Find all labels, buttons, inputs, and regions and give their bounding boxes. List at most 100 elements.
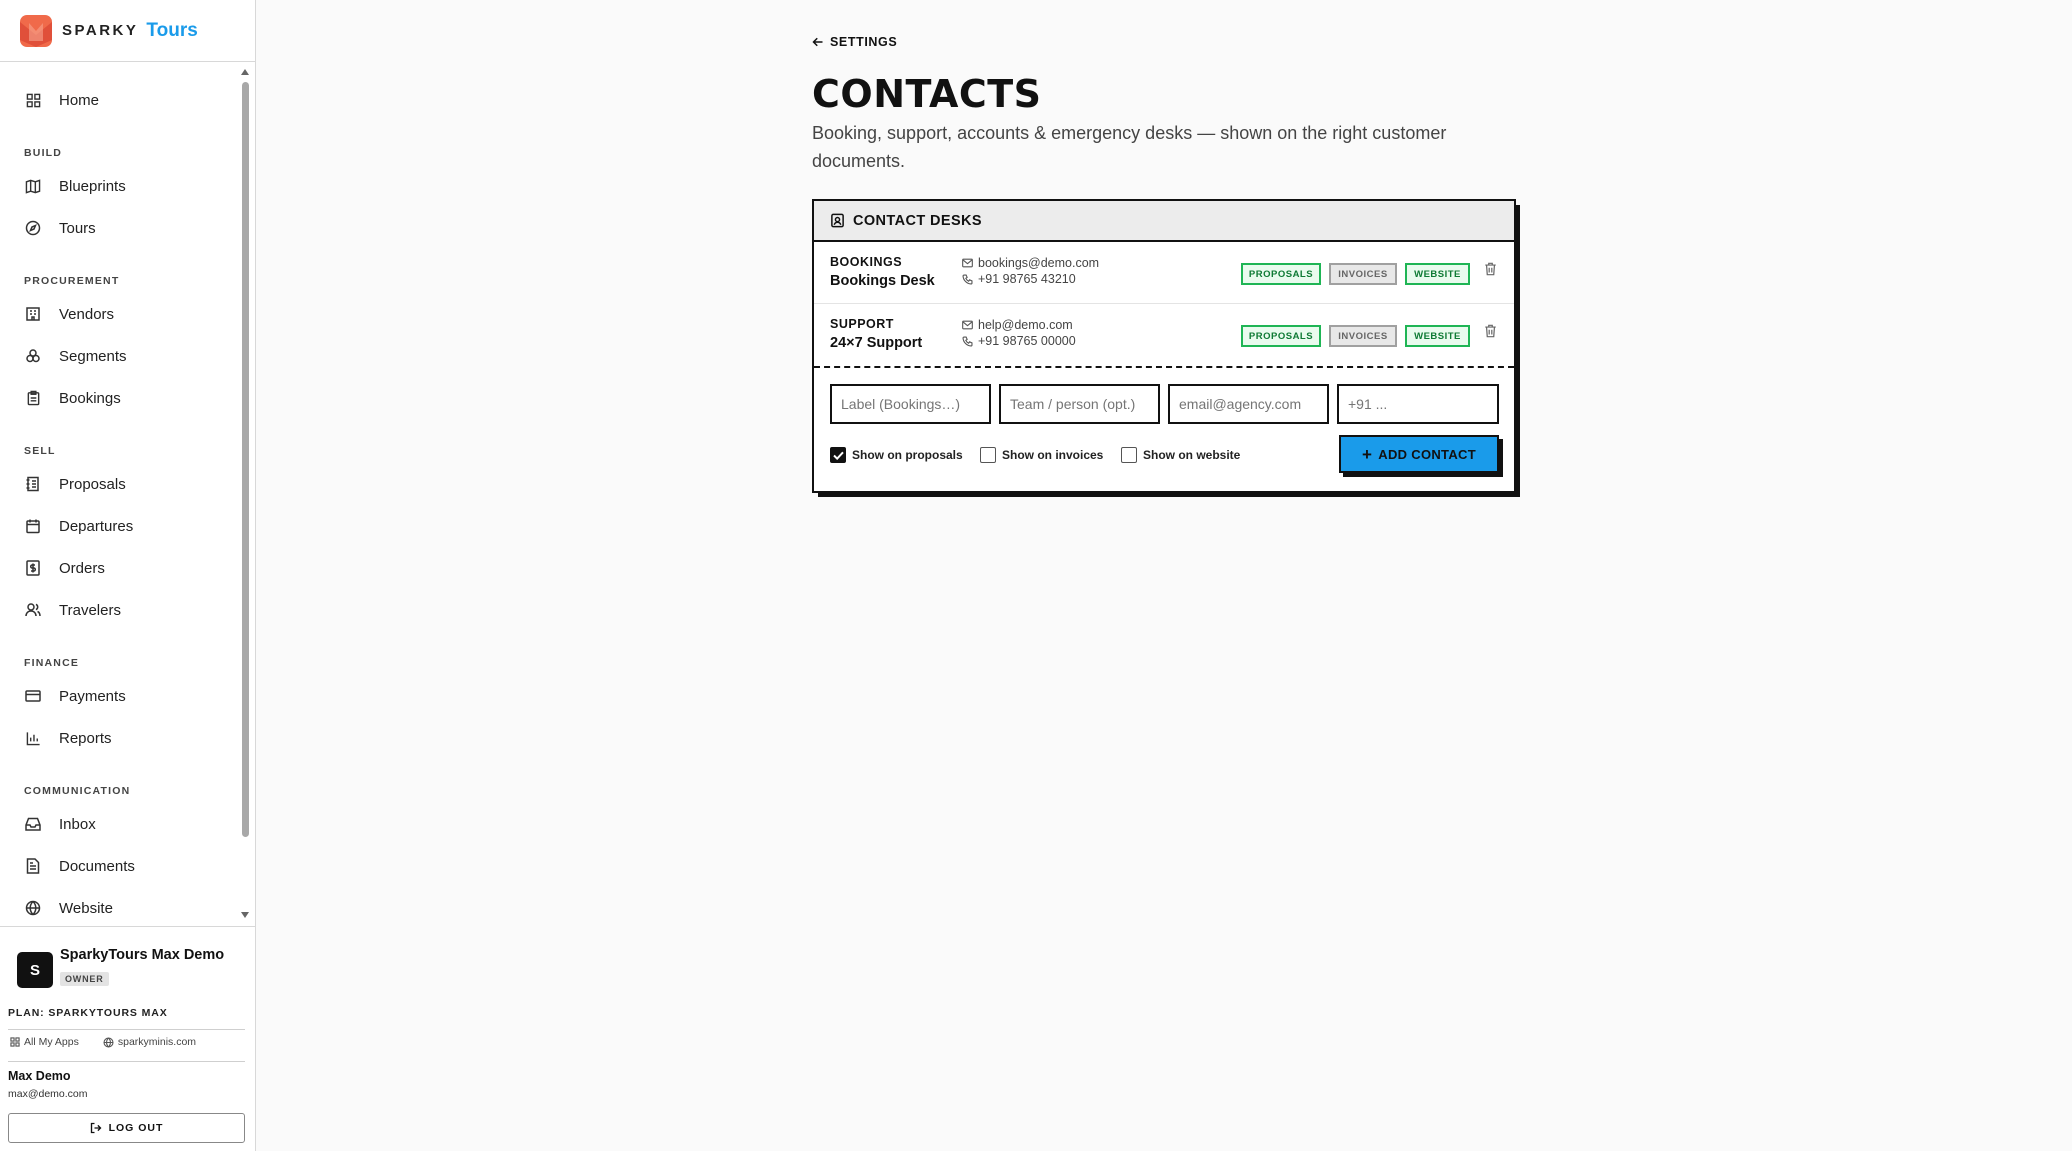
brand-product: Tours bbox=[146, 19, 198, 41]
sidebar-item-label: Inbox bbox=[59, 815, 96, 833]
nav-section-build: BUILD bbox=[24, 147, 63, 159]
badge-invoices[interactable]: INVOICES bbox=[1329, 263, 1397, 285]
brand-logo-icon bbox=[20, 14, 52, 47]
sidebar-item-home[interactable]: Home bbox=[24, 87, 99, 113]
logout-label: LOG OUT bbox=[108, 1122, 164, 1134]
badge-invoices[interactable]: INVOICES bbox=[1329, 325, 1397, 347]
sidebar-item-orders[interactable]: Orders bbox=[24, 555, 105, 581]
grid-icon bbox=[24, 91, 42, 109]
sidebar-item-blueprints[interactable]: Blueprints bbox=[24, 173, 126, 199]
show-on-invoices-checkbox[interactable]: Show on invoices bbox=[980, 447, 1103, 463]
sidebar-item-payments[interactable]: Payments bbox=[24, 683, 126, 709]
building-icon bbox=[24, 305, 42, 323]
logout-button[interactable]: LOG OUT bbox=[8, 1113, 245, 1143]
sidebar-item-label: Segments bbox=[59, 347, 127, 365]
sidebar-item-label: Payments bbox=[59, 687, 126, 705]
email-field[interactable] bbox=[1168, 384, 1329, 424]
page-subtitle: Booking, support, accounts & emergency d… bbox=[812, 123, 1447, 171]
contact-desks-card: CONTACT DESKS BOOKINGS Bookings Desk boo… bbox=[812, 199, 1516, 493]
show-on-website-checkbox[interactable]: Show on website bbox=[1121, 447, 1240, 463]
contact-email: bookings@demo.com bbox=[962, 256, 1099, 270]
sidebar-item-label: Home bbox=[59, 91, 100, 109]
sidebar-item-tours[interactable]: Tours bbox=[24, 215, 96, 241]
all-apps-link[interactable]: All My Apps bbox=[10, 1036, 91, 1048]
logout-icon bbox=[90, 1122, 102, 1134]
contact-phone: +91 98765 43210 bbox=[962, 272, 1076, 286]
contact-phone-text: +91 98765 43210 bbox=[978, 272, 1076, 286]
checkbox-unchecked-icon[interactable] bbox=[980, 447, 996, 463]
sidebar-scrollbar[interactable] bbox=[240, 64, 254, 926]
sidebar-item-label: Blueprints bbox=[59, 177, 126, 195]
plus-icon: + bbox=[1362, 444, 1373, 464]
map-icon bbox=[24, 177, 42, 195]
trash-icon[interactable] bbox=[1484, 262, 1497, 281]
sidebar-nav: Home BUILD Blueprints Tours PROCUREMENT … bbox=[0, 64, 240, 926]
page-title: CONTACTS bbox=[812, 72, 1042, 116]
label-input[interactable] bbox=[830, 384, 991, 424]
contact-row: BOOKINGS Bookings Desk bookings@demo.com… bbox=[814, 242, 1514, 304]
sidebar-item-departures[interactable]: Departures bbox=[24, 513, 133, 539]
back-to-settings-link[interactable]: SETTINGS bbox=[812, 35, 897, 49]
sidebar-item-label: Departures bbox=[59, 517, 134, 535]
sidebar-item-label: Documents bbox=[59, 857, 135, 875]
globe-icon bbox=[24, 899, 42, 917]
scroll-up-arrow-icon[interactable] bbox=[241, 69, 249, 75]
contact-row: SUPPORT 24×7 Support help@demo.com +91 9… bbox=[814, 304, 1514, 366]
card-header: CONTACT DESKS bbox=[814, 201, 1514, 242]
org-name: SparkyTours Max Demo bbox=[60, 947, 225, 963]
scrollbar-thumb[interactable] bbox=[242, 82, 249, 837]
sidebar-item-travelers[interactable]: Travelers bbox=[24, 597, 121, 623]
nav-section-communication: COMMUNICATION bbox=[24, 785, 131, 797]
brand-name: SPARKY bbox=[62, 22, 139, 39]
phone-icon bbox=[962, 273, 973, 285]
trash-icon[interactable] bbox=[1484, 324, 1497, 343]
sidebar-item-bookings[interactable]: Bookings bbox=[24, 385, 121, 411]
phone-icon bbox=[962, 335, 973, 347]
clipboard-icon bbox=[24, 389, 42, 407]
contact-email: help@demo.com bbox=[962, 318, 1073, 332]
inbox-icon bbox=[24, 815, 42, 833]
dollar-receipt-icon bbox=[24, 559, 42, 577]
grid-icon bbox=[10, 1037, 20, 1047]
sidebar-item-label: Travelers bbox=[59, 601, 121, 619]
sidebar-item-vendors[interactable]: Vendors bbox=[24, 301, 114, 327]
show-on-proposals-checkbox[interactable]: Show on proposals bbox=[830, 447, 963, 463]
badge-website[interactable]: WEBSITE bbox=[1405, 263, 1470, 285]
phone-field[interactable] bbox=[1337, 384, 1499, 424]
sidebar-item-reports[interactable]: Reports bbox=[24, 725, 112, 751]
checkbox-checked-icon[interactable] bbox=[830, 447, 846, 463]
sidebar-item-documents[interactable]: Documents bbox=[24, 853, 135, 879]
add-contact-button[interactable]: + ADD CONTACT bbox=[1339, 435, 1499, 473]
all-apps-label: All My Apps bbox=[24, 1036, 79, 1048]
divider bbox=[8, 1029, 245, 1030]
site-link[interactable]: sparkyminis.com bbox=[103, 1036, 208, 1048]
sidebar: SPARKY Tours Home BUILD Blueprints Tours… bbox=[0, 0, 256, 1151]
badge-proposals[interactable]: PROPOSALS bbox=[1241, 325, 1321, 347]
user-name: Max Demo bbox=[8, 1069, 71, 1083]
role-badge: OWNER bbox=[60, 972, 109, 986]
contact-email-text: bookings@demo.com bbox=[978, 256, 1100, 270]
nav-section-sell: SELL bbox=[24, 445, 56, 457]
contact-name: 24×7 Support bbox=[830, 335, 923, 351]
sidebar-item-proposals[interactable]: Proposals bbox=[24, 471, 126, 497]
badge-proposals[interactable]: PROPOSALS bbox=[1241, 263, 1321, 285]
checkbox-label: Show on website bbox=[1143, 448, 1241, 462]
checkbox-label: Show on invoices bbox=[1002, 448, 1104, 462]
checkbox-unchecked-icon[interactable] bbox=[1121, 447, 1137, 463]
contact-email-text: help@demo.com bbox=[978, 318, 1073, 332]
scroll-down-arrow-icon[interactable] bbox=[241, 912, 249, 918]
badge-website[interactable]: WEBSITE bbox=[1405, 325, 1470, 347]
avatar[interactable]: S bbox=[17, 952, 53, 988]
users-icon bbox=[24, 601, 42, 619]
add-contact-label: ADD CONTACT bbox=[1378, 446, 1476, 462]
sidebar-item-segments[interactable]: Segments bbox=[24, 343, 127, 369]
divider bbox=[8, 1061, 245, 1062]
user-email: max@demo.com bbox=[8, 1088, 88, 1100]
sidebar-item-inbox[interactable]: Inbox bbox=[24, 811, 96, 837]
team-input[interactable] bbox=[999, 384, 1160, 424]
proposal-icon bbox=[24, 475, 42, 493]
sidebar-item-website[interactable]: Website bbox=[24, 895, 113, 921]
site-label: sparkyminis.com bbox=[117, 1036, 197, 1048]
nav-section-procurement: PROCUREMENT bbox=[24, 275, 120, 287]
brand[interactable]: SPARKY Tours bbox=[0, 0, 255, 62]
